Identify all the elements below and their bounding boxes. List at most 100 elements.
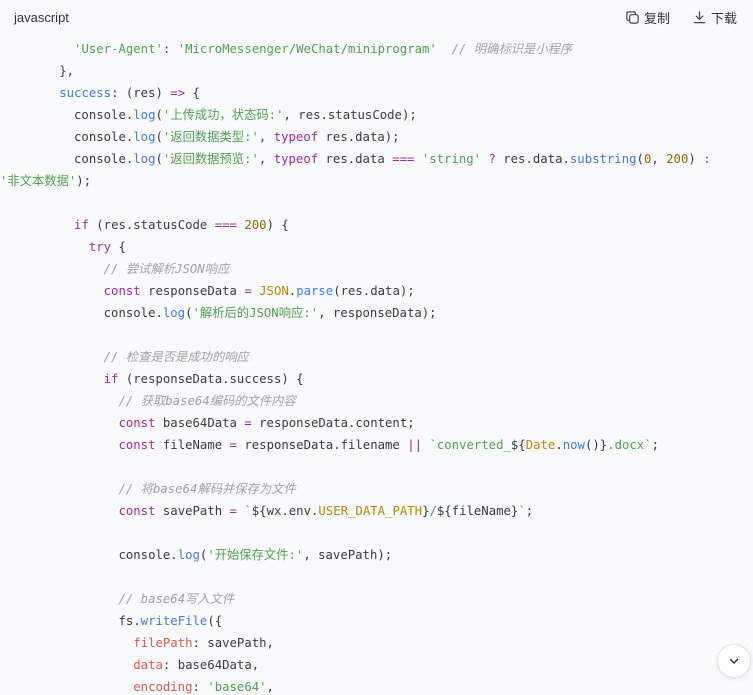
code-token: ? <box>488 152 496 166</box>
code-token: // base64写入文件 <box>118 592 235 606</box>
code-line: }, <box>0 60 753 82</box>
download-icon <box>693 10 706 23</box>
code-token: '开始保存文件:' <box>207 548 304 562</box>
code-token: ${ <box>510 438 526 452</box>
code-token: // 明确标识是小程序 <box>451 42 573 56</box>
code-token: base64Data <box>155 416 245 430</box>
code-token: 200 <box>244 218 267 232</box>
code-token: substring <box>569 152 637 166</box>
code-line: success: (res) => { <box>0 82 753 104</box>
code-token: , savePath); <box>303 548 393 562</box>
code-token: const <box>118 438 156 452</box>
code-line: console.log('解析后的JSON响应:', responseData)… <box>0 302 753 324</box>
code-token: USER_DATA_PATH <box>318 504 423 518</box>
code-token: ) { <box>266 218 289 232</box>
code-token: ${wx.env. <box>251 504 319 518</box>
scroll-down-button[interactable] <box>717 644 751 678</box>
code-token: ( <box>155 108 163 122</box>
code-token: fs. <box>0 614 141 628</box>
code-line: fs.writeFile({ <box>0 610 753 632</box>
code-token: if <box>103 372 119 386</box>
code-token: ( <box>185 306 193 320</box>
code-token: 200 <box>666 152 689 166</box>
code-token: responseData.content; <box>251 416 415 430</box>
code-token: log <box>177 548 200 562</box>
code-token: , <box>258 130 274 144</box>
code-token: : (res) <box>111 86 171 100</box>
code-token: { <box>185 86 200 100</box>
code-token: . <box>555 438 563 452</box>
download-button[interactable]: 下载 <box>692 8 737 27</box>
code-token: encoding <box>133 680 193 694</box>
code-token: success <box>59 86 112 100</box>
code-token: '返回数据类型:' <box>162 130 259 144</box>
language-label: javascript <box>14 9 69 25</box>
code-token: writeFile <box>140 614 208 628</box>
code-token: log <box>162 306 186 320</box>
code-token: ( <box>155 152 163 166</box>
code-line: if (res.statusCode === 200) { <box>0 214 753 236</box>
code-token: '非文本数据' <box>0 174 77 188</box>
code-token: ` <box>244 504 252 518</box>
code-line: console.log('开始保存文件:', savePath); <box>0 544 753 566</box>
code-token: : <box>703 152 711 166</box>
code-token: (res.data); <box>333 284 415 298</box>
code-token: , <box>258 152 274 166</box>
code-token: fileName <box>155 438 230 452</box>
code-token: = <box>229 504 237 518</box>
code-line: filePath: savePath, <box>0 632 753 654</box>
code-block-header: javascript 复制 下载 <box>0 0 753 34</box>
chevron-down-icon <box>729 658 739 664</box>
code-token: (res.statusCode <box>88 218 215 232</box>
code-token: const <box>118 416 156 430</box>
code-line: const base64Data = responseData.content; <box>0 412 753 434</box>
code-token: savePath <box>155 504 230 518</box>
code-token: JSON <box>259 284 289 298</box>
code-token: ()} <box>584 438 608 452</box>
code-token: responseData <box>140 284 245 298</box>
code-token: ; <box>651 438 659 452</box>
code-token: ); <box>76 174 92 188</box>
code-token: : base64Data, <box>162 658 260 672</box>
copy-button[interactable]: 复制 <box>625 8 670 27</box>
code-token: , <box>651 152 667 166</box>
code-token: const <box>118 504 156 518</box>
code-line: data: base64Data, <box>0 654 753 676</box>
code-token: const <box>103 284 141 298</box>
code-token: ( <box>636 152 644 166</box>
code-token: res.data. <box>495 152 570 166</box>
code-token: 'string' <box>421 152 482 166</box>
code-token: = <box>244 416 252 430</box>
code-token: }, <box>0 64 75 78</box>
copy-label: 复制 <box>643 10 670 26</box>
code-token: '解析后的JSON响应:' <box>192 306 319 320</box>
code-line: const savePath = `${wx.env.USER_DATA_PAT… <box>0 500 753 522</box>
code-token: : <box>192 680 208 694</box>
code-token: Date <box>525 438 556 452</box>
code-token: ; <box>525 504 534 518</box>
code-token: res.data <box>318 152 393 166</box>
code-line: // 尝试解析JSON响应 <box>0 258 753 280</box>
code-token: console. <box>0 108 134 122</box>
code-line: // 获取base64编码的文件内容 <box>0 390 753 412</box>
code-token: // 尝试解析JSON响应 <box>103 262 230 276</box>
code-token: , responseData); <box>318 306 437 320</box>
code-token: ` <box>518 504 526 518</box>
code-token: filePath <box>133 636 193 650</box>
